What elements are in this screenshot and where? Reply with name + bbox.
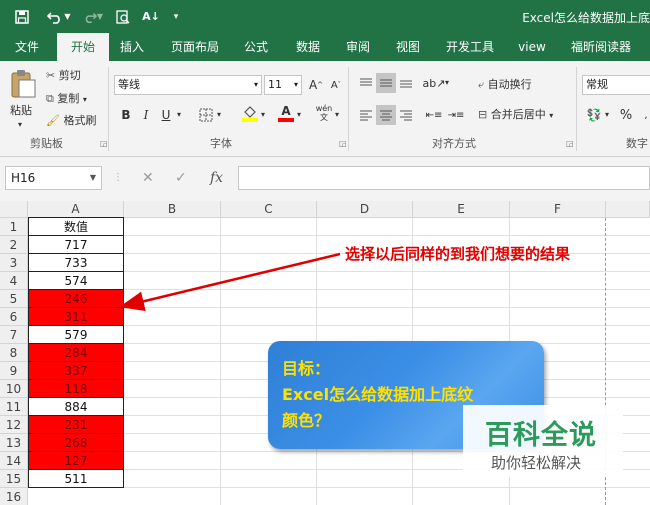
annotation-text: 选择以后同样的到我们想要的结果 bbox=[345, 245, 571, 263]
watermark-subtitle: 助你轻松解决 bbox=[491, 454, 582, 472]
excel-window: ▼ ▼ A↓ ▾ Excel怎么给数据加上底 文件 开始 插入 页面布局 公式 … bbox=[0, 0, 650, 505]
watermark-logo: 百科全说 助你轻松解决 bbox=[463, 405, 623, 477]
callout-line-1: 目标： bbox=[282, 359, 331, 378]
watermark-title: 百科全说 bbox=[485, 420, 597, 451]
callout-line-3: 颜色？ bbox=[282, 411, 331, 430]
callout-line-2: Excel怎么给数据加上底纹 bbox=[282, 385, 474, 404]
